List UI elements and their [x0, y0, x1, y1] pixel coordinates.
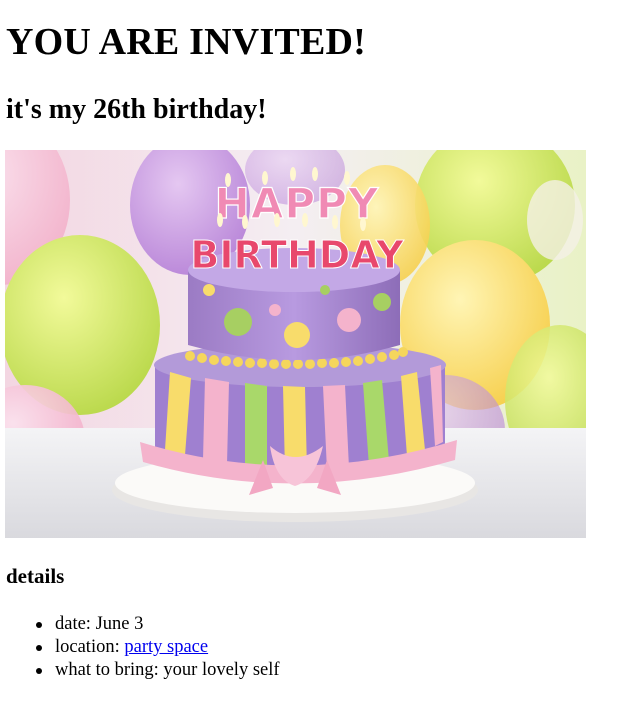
detail-date: date: June 3: [36, 613, 280, 636]
birthday-cake-image: HAPPY BIRTHDAY: [5, 150, 586, 538]
details-list: date: June 3 location: party space what …: [36, 613, 280, 682]
page-title: YOU ARE INVITED!: [6, 21, 367, 63]
bullet-icon: [36, 622, 42, 628]
bullet-icon: [36, 668, 42, 674]
page-subtitle: it's my 26th birthday!: [6, 94, 267, 125]
party-space-link[interactable]: party space: [124, 637, 208, 657]
detail-location-label: location:: [55, 637, 125, 657]
detail-bring-text: what to bring: your lovely self: [55, 660, 280, 680]
detail-bring: what to bring: your lovely self: [36, 659, 280, 682]
candle-topper-line2: BIRTHDAY: [190, 233, 404, 277]
bullet-icon: [36, 645, 42, 651]
detail-location: location: party space: [36, 636, 280, 659]
candle-topper-line1: HAPPY: [215, 179, 380, 228]
details-heading: details: [6, 564, 65, 588]
detail-date-text: date: June 3: [55, 614, 144, 634]
